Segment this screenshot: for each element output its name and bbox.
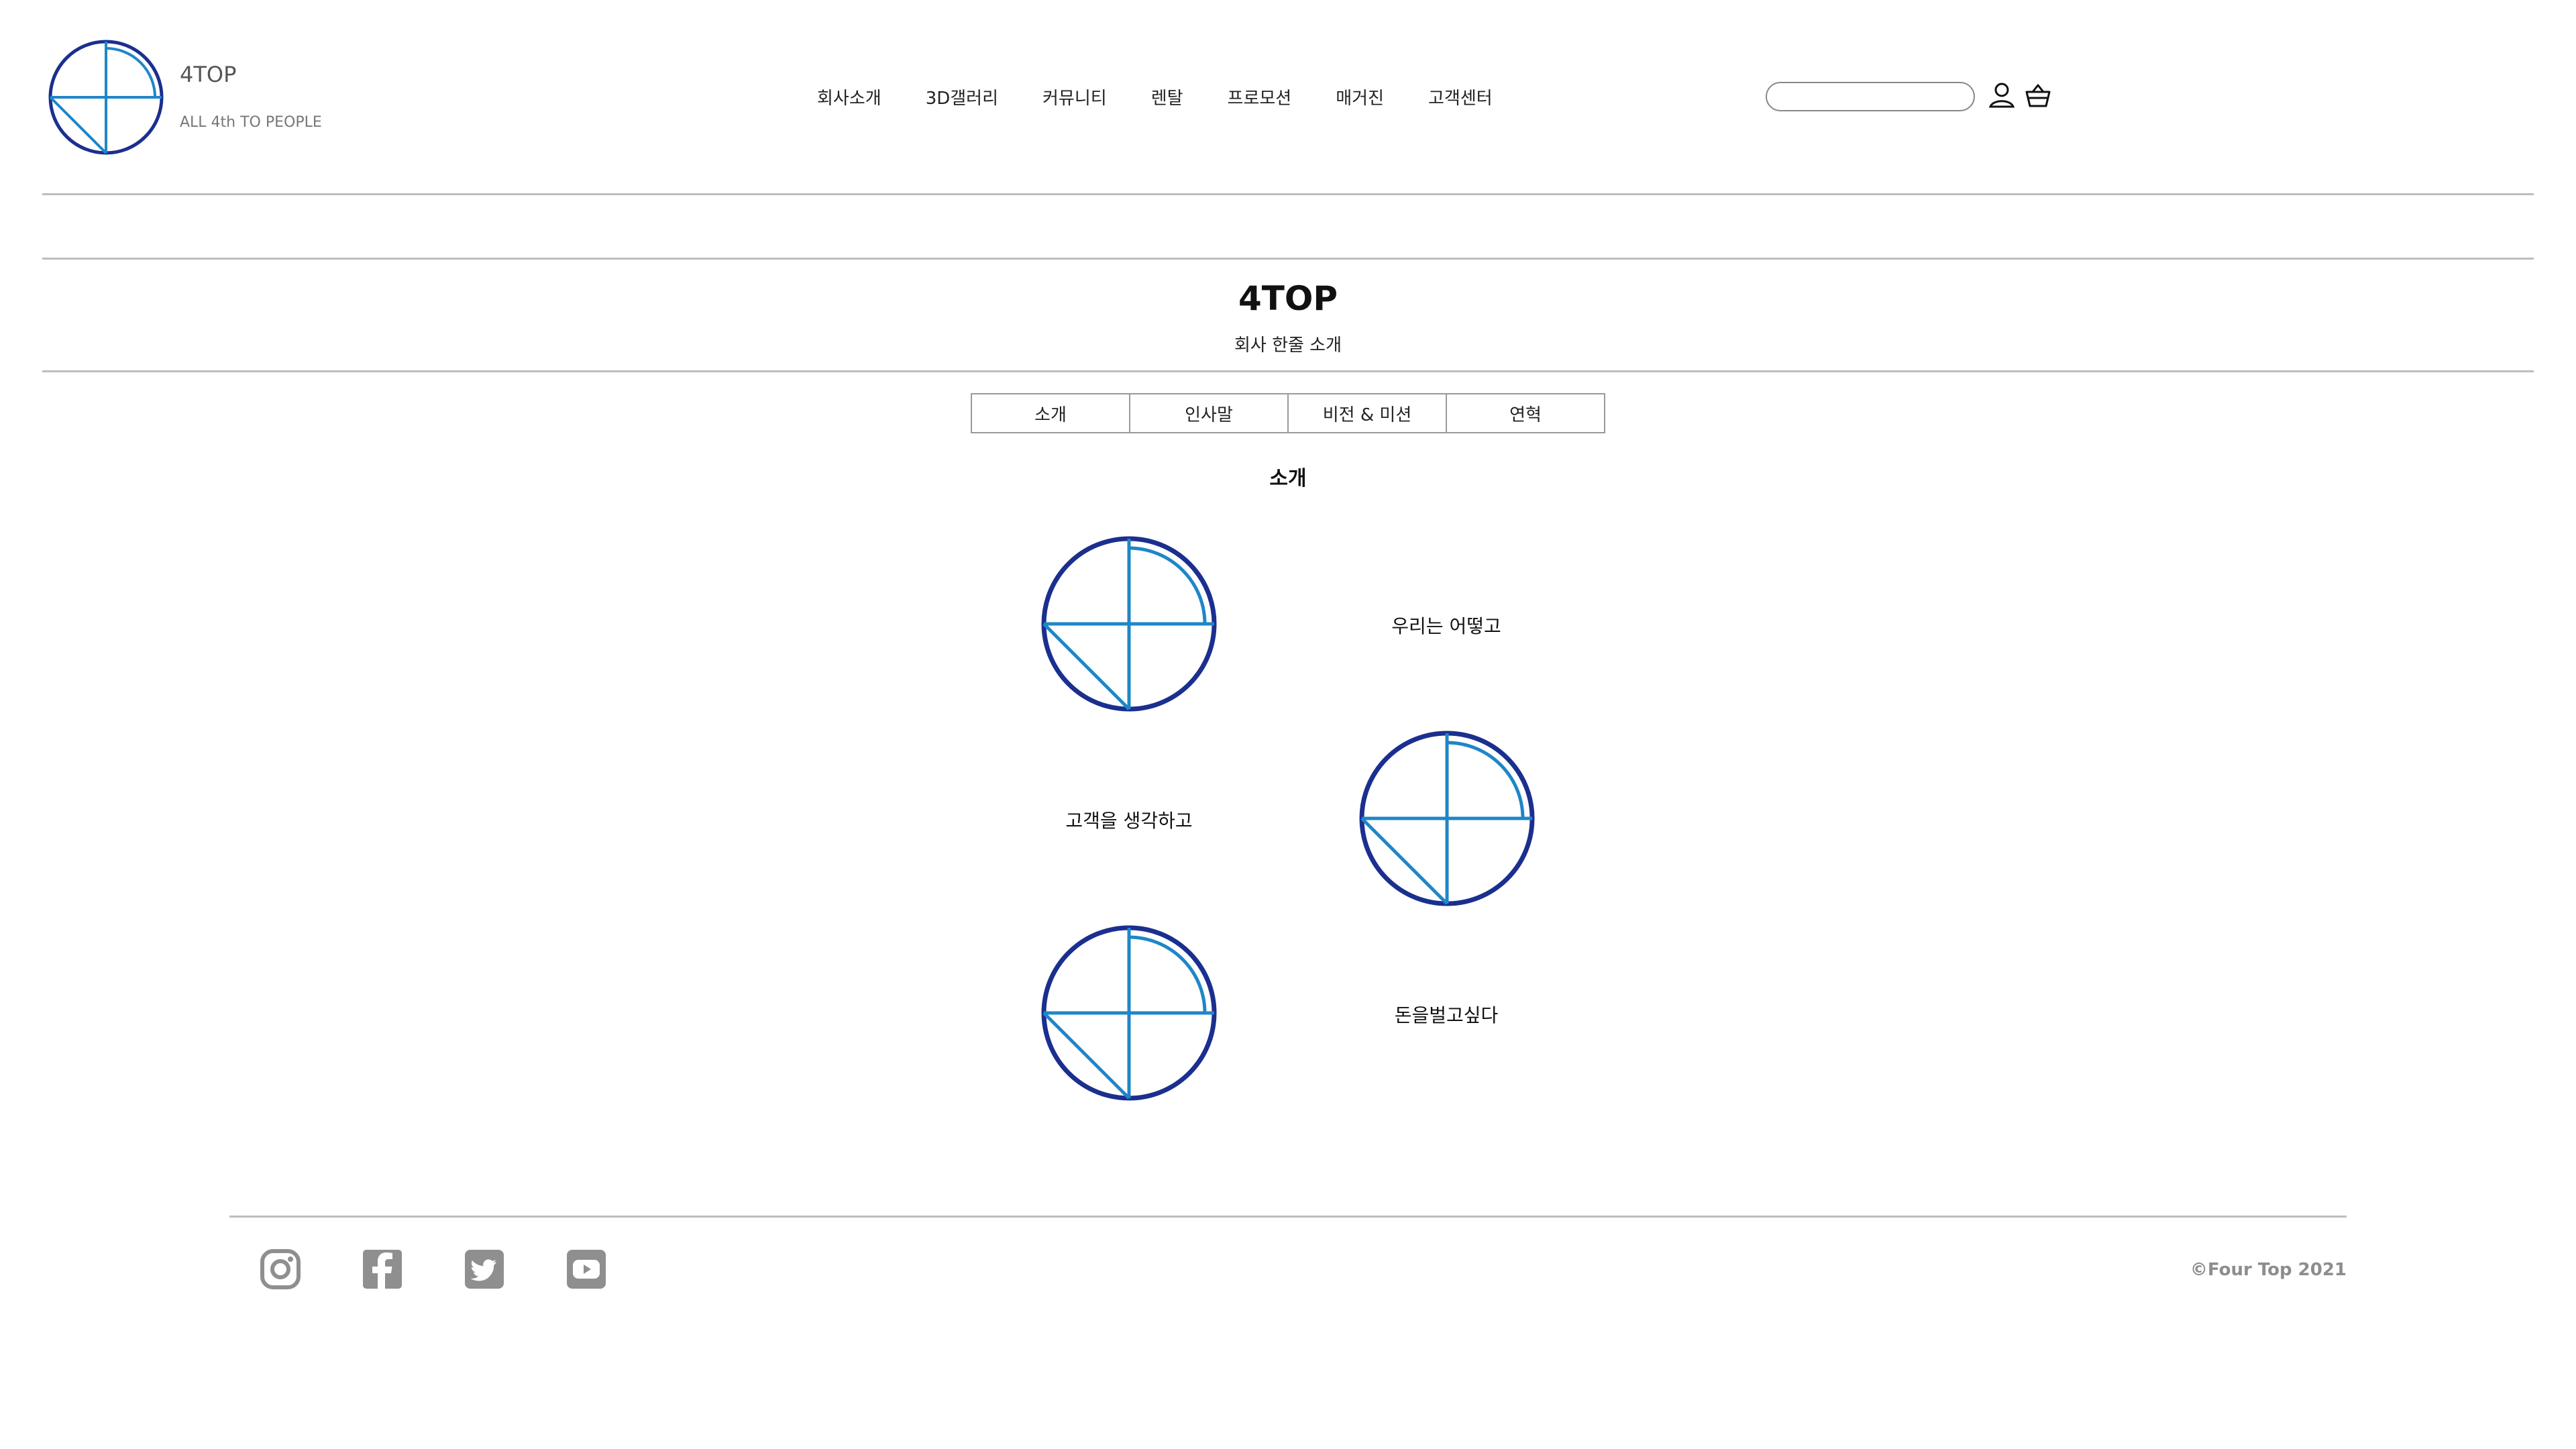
page-subtitle: 회사 한줄 소개 (1234, 335, 1342, 356)
basket-icon[interactable] (2023, 80, 2053, 110)
company-intro-page: 4TOP ALL 4th TO PEOPLE 회사소개 3D갤러리 커뮤니티 렌… (0, 0, 2576, 1449)
brand-name: 4TOP (180, 62, 237, 87)
footer-divider (229, 1216, 2347, 1218)
intro-text: 우리는 어떻고 (1391, 615, 1501, 637)
nav-item-promotion[interactable]: 프로모션 (1209, 85, 1311, 109)
nav-item-customer-center[interactable]: 고객센터 (1409, 85, 1511, 109)
tab-introduction[interactable]: 소개 (972, 394, 1130, 432)
circle-quadrant-logo-icon (1359, 731, 1535, 906)
section-heading: 소개 (1269, 467, 1307, 490)
tab-history[interactable]: 연혁 (1447, 394, 1604, 432)
section-tabs: 소개 인사말 비전 & 미션 연혁 (971, 393, 1605, 433)
circle-quadrant-logo-icon (1041, 536, 1217, 712)
nav-item-3d-gallery[interactable]: 3D갤러리 (907, 85, 1017, 109)
page-title: 4TOP (1238, 279, 1338, 318)
tab-greeting[interactable]: 인사말 (1130, 394, 1289, 432)
circle-quadrant-logo-icon (1041, 925, 1217, 1101)
nav-item-community[interactable]: 커뮤니티 (1024, 85, 1126, 109)
nav-item-rental[interactable]: 렌탈 (1132, 85, 1202, 109)
twitter-icon[interactable] (463, 1248, 506, 1291)
header-divider (42, 193, 2534, 195)
brand-tagline: ALL 4th TO PEOPLE (180, 114, 322, 131)
nav-item-magazine[interactable]: 매거진 (1317, 85, 1403, 109)
nav-item-company-intro[interactable]: 회사소개 (798, 85, 900, 109)
search-input[interactable] (1766, 82, 1975, 111)
circle-quadrant-logo-icon[interactable] (46, 37, 166, 158)
instagram-icon[interactable] (259, 1248, 302, 1291)
user-icon[interactable] (1987, 80, 2017, 110)
tab-vision-mission[interactable]: 비전 & 미션 (1289, 394, 1447, 432)
title-top-divider (42, 258, 2534, 260)
intro-text: 고객을 생각하고 (1065, 810, 1193, 832)
title-bottom-divider (42, 370, 2534, 372)
facebook-icon[interactable] (361, 1248, 404, 1291)
intro-text: 돈을벌고싶다 (1394, 1004, 1499, 1026)
main-navigation: 회사소개 3D갤러리 커뮤니티 렌탈 프로모션 매거진 고객센터 (798, 82, 1509, 111)
copyright-text: ©Four Top 2021 (2190, 1260, 2347, 1280)
youtube-icon[interactable] (565, 1248, 608, 1291)
